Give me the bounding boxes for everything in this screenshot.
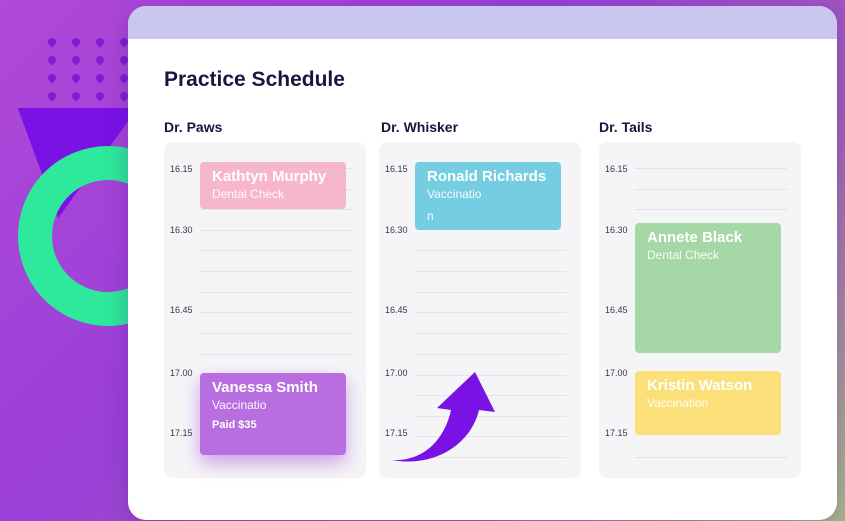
- appointment-type: Dental Check: [647, 248, 720, 262]
- time-slot-line: [200, 333, 352, 334]
- doctor-header-paws: Dr. Paws: [164, 119, 223, 135]
- time-label: 16.45: [385, 305, 408, 315]
- time-label: 16.15: [170, 164, 193, 174]
- time-slot-line: [415, 292, 567, 293]
- time-slot-line: [200, 209, 352, 210]
- time-label: 17.00: [605, 368, 628, 378]
- time-slot-line: [415, 271, 567, 272]
- doctor-header-whisker: Dr. Whisker: [381, 119, 459, 135]
- appointment-type-overflow: n: [427, 209, 434, 223]
- time-label: 16.30: [385, 225, 408, 235]
- doctor-header-tails: Dr. Tails: [599, 119, 653, 135]
- time-slot-line: [200, 354, 352, 355]
- appointment-card[interactable]: Vanessa Smith Vaccinatio Paid $35: [200, 373, 346, 455]
- patient-name: Vanessa Smith: [212, 379, 318, 396]
- appointment-type: Vaccinatio: [427, 187, 482, 201]
- payment-status: Paid $35: [212, 419, 257, 431]
- curved-arrow-icon: [391, 372, 495, 462]
- appointment-card[interactable]: Annete Black Dental Check: [635, 223, 781, 353]
- appointment-card[interactable]: Kathtyn Murphy Dental Check: [200, 162, 346, 209]
- time-slot-line: [415, 354, 567, 355]
- decorative-dots: [46, 36, 138, 118]
- appointment-type: Vaccination: [647, 396, 709, 410]
- time-label: 17.00: [170, 368, 193, 378]
- schedule-column-tails: 16.15 16.30 16.45 17.00 17.15 Annete Bla…: [599, 142, 801, 478]
- patient-name: Kathtyn Murphy: [212, 168, 327, 185]
- patient-name: Kristin Watson: [647, 377, 753, 394]
- time-label: 16.45: [170, 305, 193, 315]
- time-slot-line: [635, 189, 787, 190]
- time-label: 16.15: [605, 164, 628, 174]
- time-slot-line: [200, 312, 352, 313]
- patient-name: Annete Black: [647, 229, 743, 246]
- time-label: 16.30: [605, 225, 628, 235]
- appointment-card[interactable]: Ronald Richards Vaccinatio n: [415, 162, 561, 230]
- time-label: 17.15: [605, 428, 628, 438]
- time-slot-line: [200, 292, 352, 293]
- time-slot-line: [200, 271, 352, 272]
- time-slot-line: [635, 457, 787, 458]
- patient-name: Ronald Richards: [427, 168, 547, 185]
- time-label: 16.45: [605, 305, 628, 315]
- page-title: Practice Schedule: [164, 68, 345, 91]
- time-slot-line: [635, 209, 787, 210]
- schedule-column-paws: 16.15 16.30 16.45 17.00 17.15 Kathtyn Mu…: [164, 142, 366, 478]
- time-label: 16.15: [385, 164, 408, 174]
- time-label: 16.30: [170, 225, 193, 235]
- time-label: 17.15: [170, 428, 193, 438]
- time-slot-line: [200, 250, 352, 251]
- card-header-bar: [128, 6, 837, 39]
- time-slot-line: [415, 312, 567, 313]
- appointment-type: Vaccinatio: [212, 398, 267, 412]
- time-slot-line: [415, 333, 567, 334]
- time-slot-line: [200, 230, 352, 231]
- appointment-type: Dental Check: [212, 187, 285, 201]
- time-slot-line: [415, 250, 567, 251]
- time-slot-line: [635, 168, 787, 169]
- appointment-card[interactable]: Kristin Watson Vaccination: [635, 371, 781, 435]
